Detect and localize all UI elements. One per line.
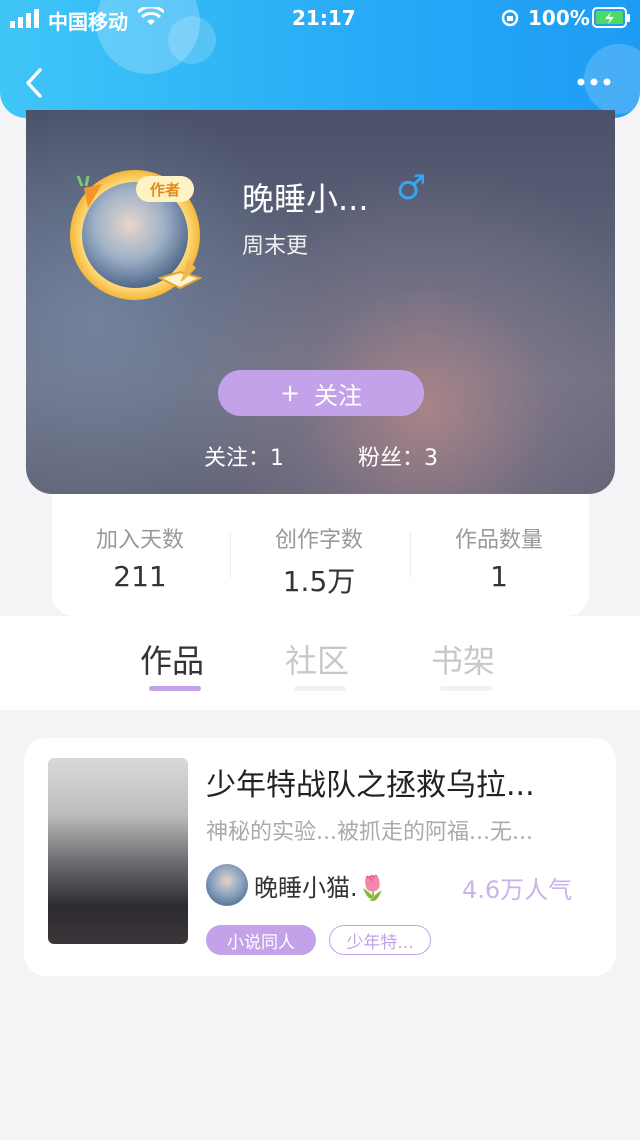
author-mini-avatar[interactable] bbox=[206, 864, 248, 906]
follow-button-label: 关注 bbox=[314, 381, 363, 410]
book-pen-icon bbox=[158, 260, 202, 290]
battery-percent: 100% bbox=[528, 6, 590, 30]
work-popularity: 4.6万人气 bbox=[462, 876, 573, 904]
work-author-name[interactable]: 晚睡小猫.🌷 bbox=[254, 868, 388, 903]
following-count[interactable]: 关注：1 bbox=[204, 440, 284, 472]
signal-icon bbox=[10, 9, 39, 28]
work-cover-image[interactable] bbox=[48, 758, 188, 944]
tab-works[interactable]: 作品 bbox=[140, 636, 204, 682]
stat-value: 211 bbox=[113, 560, 167, 593]
author-name: 晚睡小... bbox=[242, 180, 369, 218]
author-stats-panel: 加入天数 211 创作字数 1.5万 作品数量 1 bbox=[52, 494, 589, 616]
work-tag[interactable]: 少年特... bbox=[329, 925, 431, 955]
clock-time: 21:17 bbox=[292, 6, 356, 30]
carrier-label: 中国移动 bbox=[48, 10, 128, 34]
author-badge-stamp: 作者 bbox=[136, 176, 194, 202]
profile-tabs: 作品 社区 书架 bbox=[0, 616, 640, 710]
tab-indicator bbox=[294, 686, 346, 691]
carrot-icon bbox=[76, 175, 102, 208]
stat-join-days: 加入天数 211 bbox=[60, 522, 220, 593]
wifi-icon bbox=[138, 7, 164, 25]
top-header: 中国移动 21:17 100% bbox=[0, 0, 640, 118]
fans-count[interactable]: 粉丝：3 bbox=[358, 440, 438, 472]
work-description: 神秘的实验...被抓走的阿福...无... bbox=[206, 820, 533, 845]
work-tag[interactable]: 小说同人 bbox=[206, 925, 316, 955]
stat-word-count: 创作字数 1.5万 bbox=[239, 522, 399, 600]
active-tab-indicator bbox=[149, 686, 201, 691]
divider bbox=[230, 532, 231, 578]
work-tag-label: 小说同人 bbox=[227, 932, 295, 953]
stat-value: 1.5万 bbox=[282, 565, 356, 598]
author-badge-text: 作者 bbox=[149, 180, 180, 199]
author-bio: 周末更 bbox=[242, 234, 309, 259]
profile-card: 作者 晚睡小... ♂ 周末更 + 关注 关注：1 粉丝：3 bbox=[26, 110, 615, 494]
orientation-lock-icon bbox=[501, 9, 519, 27]
stat-label: 创作字数 bbox=[274, 528, 363, 553]
tab-bookshelf[interactable]: 书架 bbox=[431, 636, 495, 682]
battery-icon bbox=[592, 7, 630, 28]
work-title[interactable]: 少年特战队之拯救乌拉... bbox=[206, 760, 535, 804]
tab-indicator bbox=[440, 686, 492, 691]
work-card[interactable]: 少年特战队之拯救乌拉... 神秘的实验...被抓走的阿福...无... 晚睡小猫… bbox=[24, 738, 616, 976]
divider bbox=[410, 532, 411, 578]
stat-label: 加入天数 bbox=[95, 528, 184, 553]
stat-works-count: 作品数量 1 bbox=[419, 522, 579, 593]
tab-community[interactable]: 社区 bbox=[285, 636, 349, 682]
back-chevron-icon[interactable] bbox=[22, 66, 48, 100]
author-avatar-frame[interactable]: 作者 bbox=[70, 170, 202, 300]
more-dots-icon[interactable] bbox=[576, 76, 612, 88]
follow-button[interactable]: + 关注 bbox=[218, 370, 424, 416]
work-tag-label: 少年特... bbox=[346, 932, 414, 953]
stat-label: 作品数量 bbox=[454, 528, 543, 553]
gender-male-icon: ♂ bbox=[396, 168, 427, 208]
stat-value: 1 bbox=[490, 560, 508, 593]
plus-icon: + bbox=[279, 379, 301, 407]
